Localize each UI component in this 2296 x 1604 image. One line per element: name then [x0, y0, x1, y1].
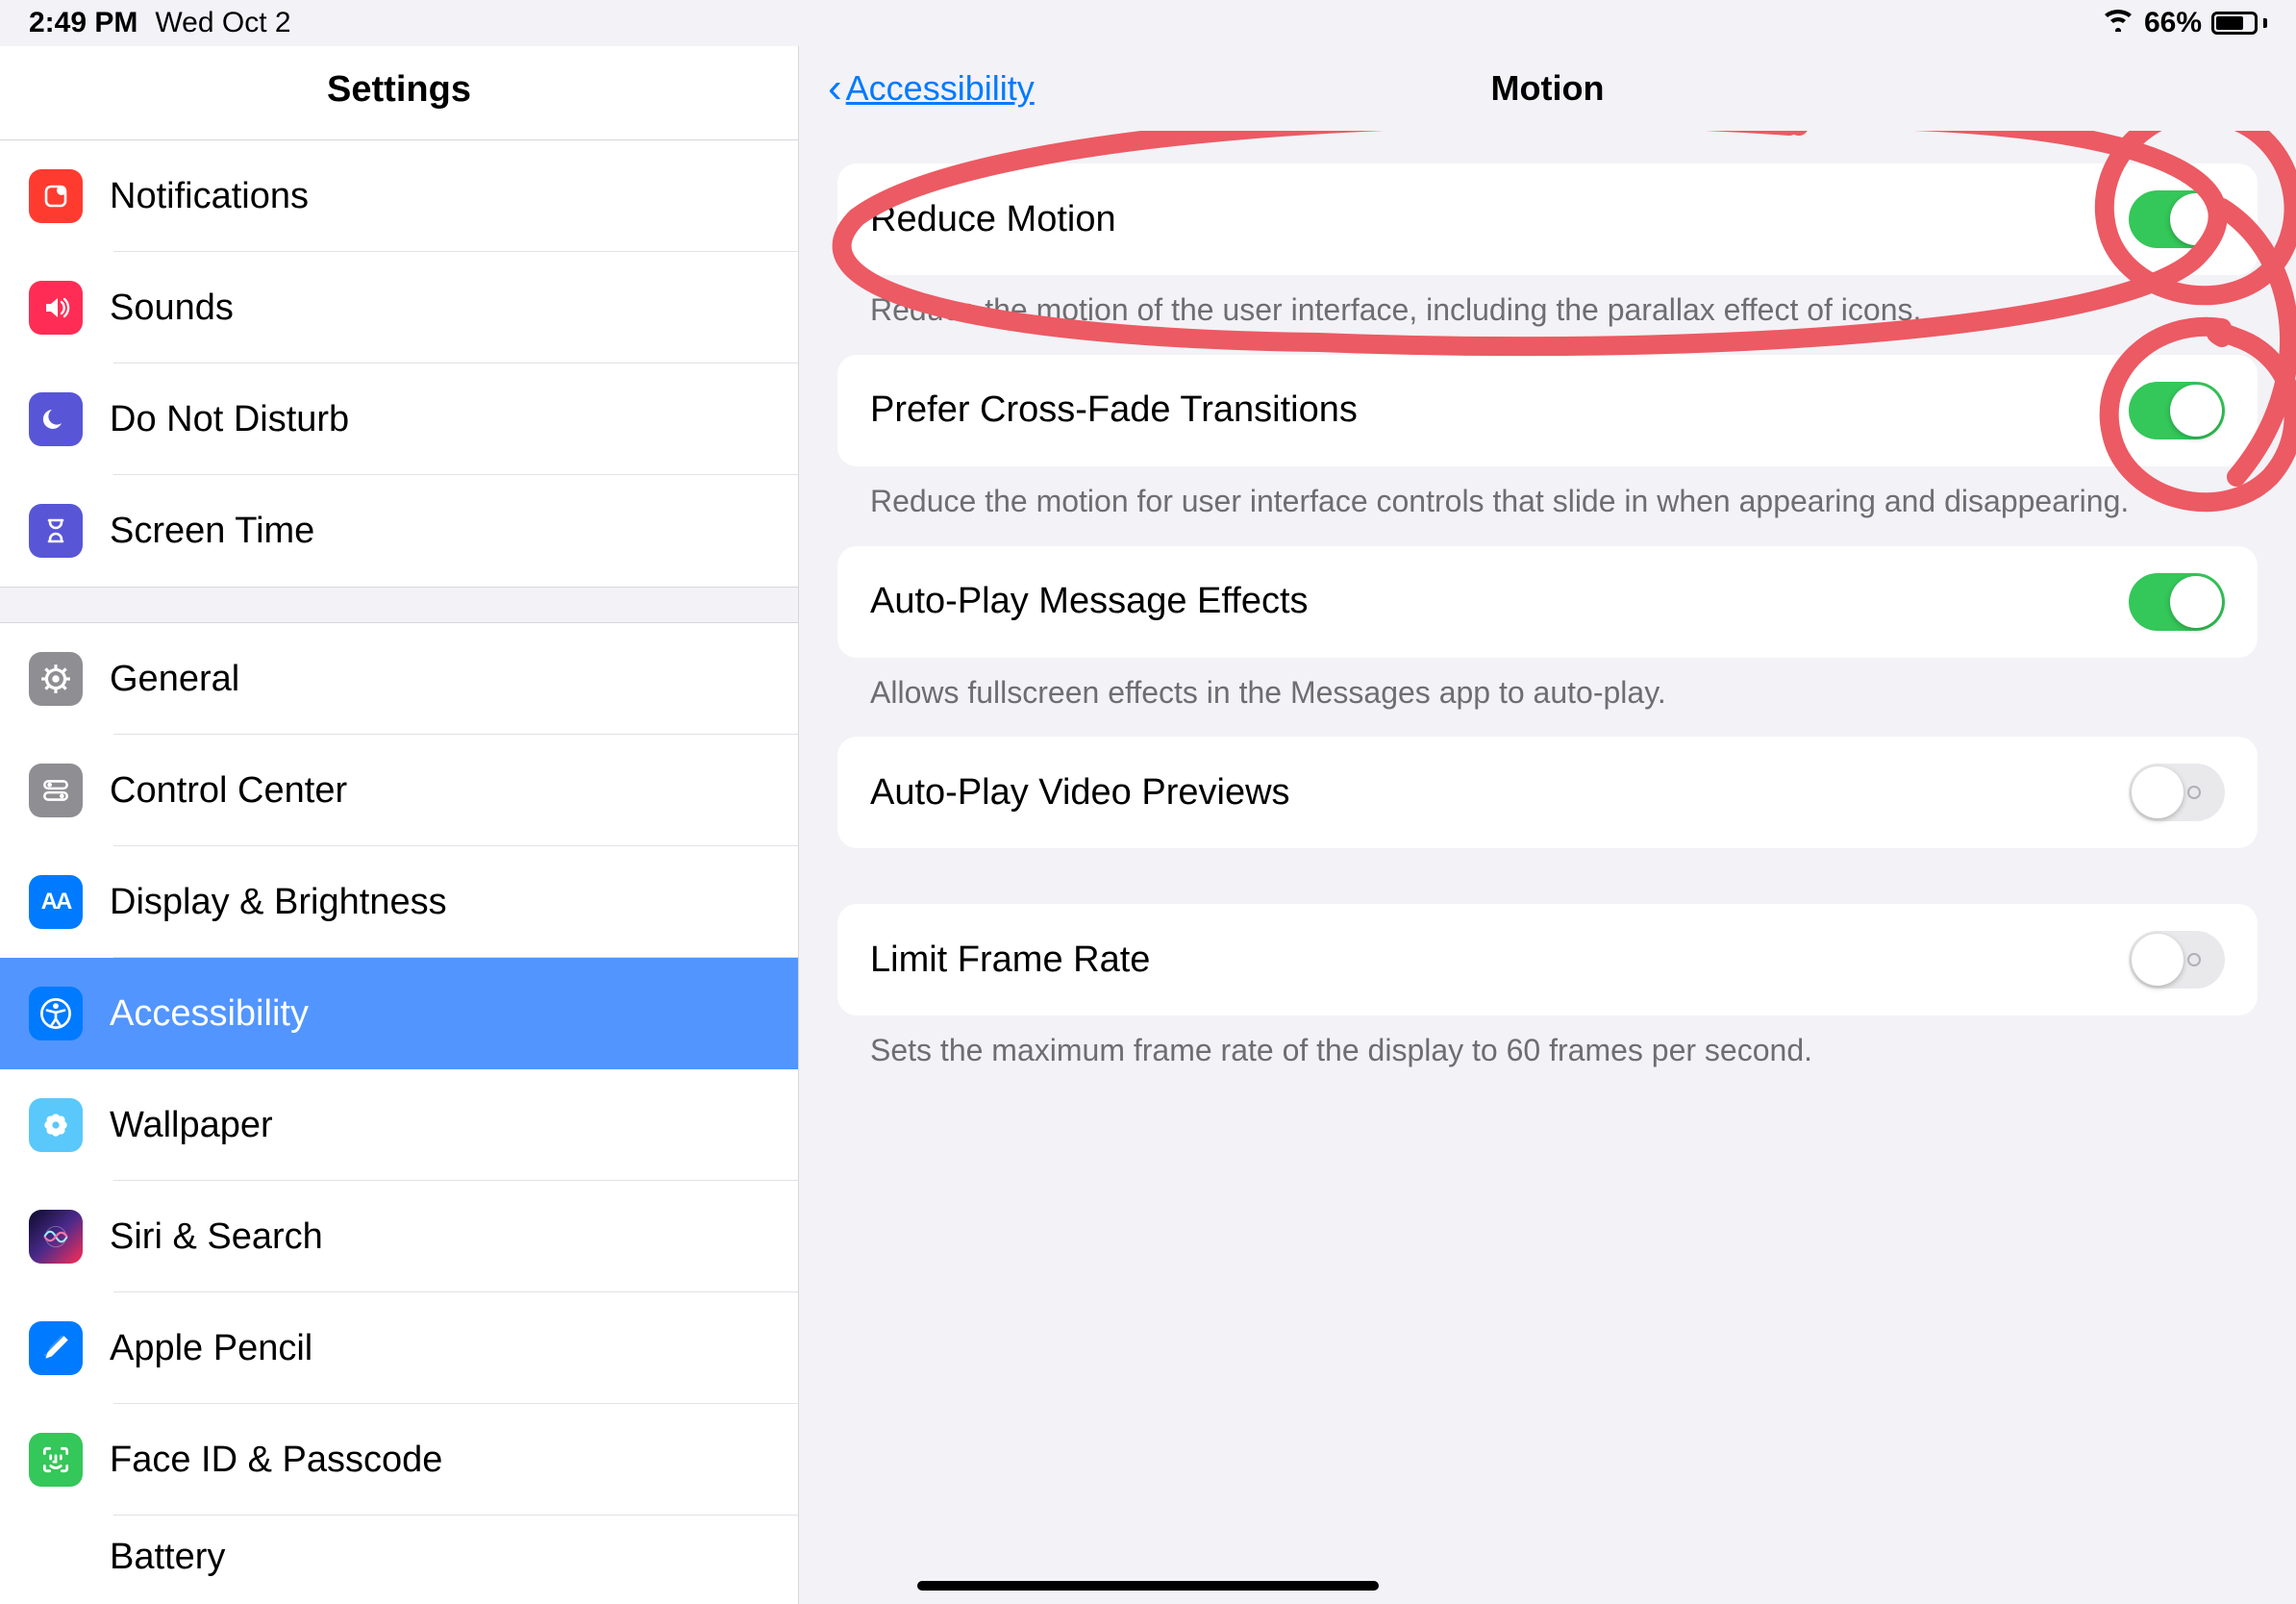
toggle-cross-fade[interactable]	[2129, 382, 2225, 439]
sidebar-item-label: Apple Pencil	[110, 1328, 312, 1369]
back-label: Accessibility	[846, 68, 1035, 109]
sidebar-item-label: Screen Time	[110, 511, 314, 552]
accessibility-icon	[29, 987, 83, 1040]
sidebar-title: Settings	[0, 46, 798, 139]
sidebar-item-label: Wallpaper	[110, 1105, 273, 1146]
setting-card-cross-fade: Prefer Cross-Fade Transitions	[837, 355, 2258, 466]
sidebar-item-face-id-passcode[interactable]: Face ID & Passcode	[0, 1404, 798, 1516]
sidebar-item-label: Accessibility	[110, 993, 309, 1035]
sidebar-item-display-brightness[interactable]: AA Display & Brightness	[0, 846, 798, 958]
sounds-icon	[29, 281, 83, 335]
content-pane: ‹ Accessibility Motion Reduce Motion Red…	[799, 46, 2296, 1604]
wifi-icon	[2102, 7, 2134, 39]
sidebar-item-screen-time[interactable]: Screen Time	[0, 475, 798, 587]
setting-label: Auto-Play Message Effects	[870, 581, 1309, 622]
page-title: Motion	[1491, 68, 1605, 109]
sidebar-item-battery[interactable]: Battery	[0, 1516, 798, 1604]
home-indicator[interactable]	[917, 1581, 1379, 1591]
setting-card-reduce-motion: Reduce Motion	[837, 163, 2258, 275]
sidebar-item-label: Siri & Search	[110, 1216, 323, 1258]
text-size-icon: AA	[29, 875, 83, 929]
battery-percent: 66%	[2144, 7, 2202, 39]
setting-card-limit-frame-rate: Limit Frame Rate	[837, 904, 2258, 1015]
battery-icon	[2211, 12, 2267, 35]
toggle-limit-frame-rate[interactable]	[2129, 931, 2225, 989]
setting-label: Limit Frame Rate	[870, 940, 1150, 981]
setting-card-autoplay-message: Auto-Play Message Effects	[837, 546, 2258, 658]
status-date: Wed Oct 2	[155, 7, 290, 39]
sidebar-item-control-center[interactable]: Control Center	[0, 735, 798, 846]
notifications-icon	[29, 169, 83, 223]
sidebar-item-apple-pencil[interactable]: Apple Pencil	[0, 1292, 798, 1404]
status-time: 2:49 PM	[29, 7, 137, 39]
sidebar-item-label: General	[110, 659, 239, 700]
sidebar-item-label: Sounds	[110, 288, 234, 329]
toggle-autoplay-video-previews[interactable]	[2129, 764, 2225, 821]
setting-label: Prefer Cross-Fade Transitions	[870, 389, 1358, 431]
chevron-left-icon: ‹	[828, 64, 842, 113]
toggle-reduce-motion[interactable]	[2129, 190, 2225, 248]
status-bar: 2:49 PM Wed Oct 2 66%	[0, 0, 2296, 46]
face-id-icon	[29, 1433, 83, 1487]
setting-card-autoplay-video: Auto-Play Video Previews	[837, 737, 2258, 848]
siri-icon	[29, 1210, 83, 1264]
back-button[interactable]: ‹ Accessibility	[828, 64, 1035, 113]
gear-icon	[29, 652, 83, 706]
hourglass-icon	[29, 504, 83, 558]
sidebar-item-notifications[interactable]: Notifications	[0, 140, 798, 252]
sidebar-item-label: Display & Brightness	[110, 882, 447, 923]
sidebar-item-label: Battery	[110, 1537, 225, 1578]
sidebar-item-label: Control Center	[110, 770, 347, 812]
sidebar-item-wallpaper[interactable]: Wallpaper	[0, 1069, 798, 1181]
sidebar-item-accessibility[interactable]: Accessibility	[0, 958, 798, 1069]
setting-label: Reduce Motion	[870, 199, 1116, 240]
sidebar-item-sounds[interactable]: Sounds	[0, 252, 798, 363]
setting-caption: Reduce the motion of the user interface,…	[837, 275, 2258, 332]
setting-label: Auto-Play Video Previews	[870, 772, 1290, 814]
setting-caption: Sets the maximum frame rate of the displ…	[837, 1015, 2258, 1072]
sidebar-item-do-not-disturb[interactable]: Do Not Disturb	[0, 363, 798, 475]
toggle-autoplay-message-effects[interactable]	[2129, 573, 2225, 631]
nav-bar: ‹ Accessibility Motion	[799, 46, 2296, 131]
pencil-icon	[29, 1321, 83, 1375]
sidebar-item-general[interactable]: General	[0, 623, 798, 735]
flower-icon	[29, 1098, 83, 1152]
sidebar-item-siri-search[interactable]: Siri & Search	[0, 1181, 798, 1292]
sidebar-item-label: Do Not Disturb	[110, 399, 349, 440]
sidebar-item-label: Notifications	[110, 176, 309, 217]
sidebar-item-label: Face ID & Passcode	[110, 1440, 442, 1481]
switches-icon	[29, 764, 83, 817]
moon-icon	[29, 392, 83, 446]
setting-caption: Reduce the motion for user interface con…	[837, 466, 2258, 523]
settings-sidebar: Settings Notifications Sounds Do Not Dis…	[0, 46, 799, 1604]
setting-caption: Allows fullscreen effects in the Message…	[837, 658, 2258, 714]
